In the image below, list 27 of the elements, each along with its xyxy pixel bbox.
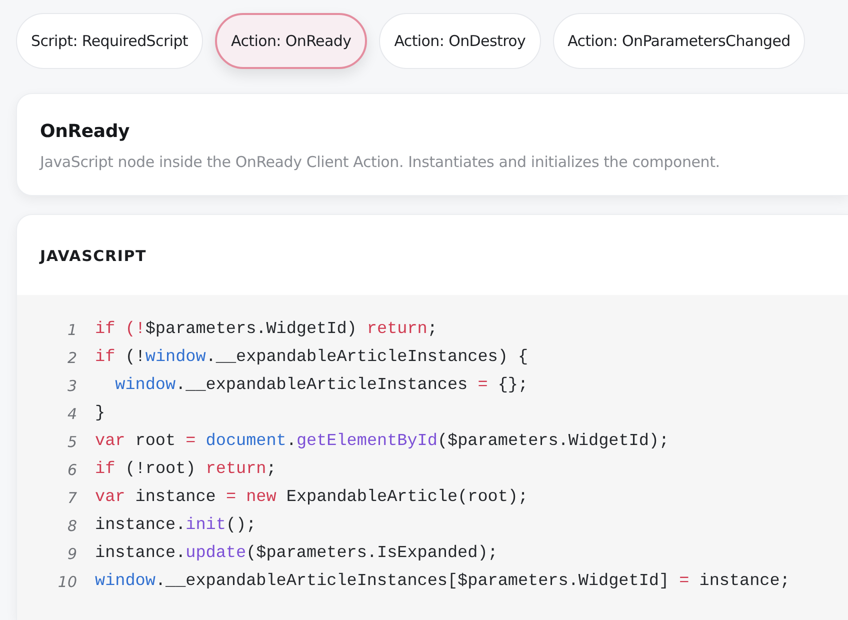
line-number: 4	[67, 404, 77, 425]
card-title: OnReady	[40, 121, 131, 142]
line-number: 3	[67, 376, 77, 397]
code-line: if (!$parameters.WidgetId) return;	[95, 319, 438, 341]
line-number: 8	[67, 516, 77, 537]
tab[interactable]: Action: OnDestroy	[379, 13, 541, 69]
line-number: 7	[67, 488, 77, 509]
code-line: if (!root) return;	[95, 459, 276, 481]
line-number: 2	[67, 348, 77, 369]
line-number: 6	[67, 460, 77, 481]
tab[interactable]: Script: RequiredScript	[16, 13, 203, 69]
tab[interactable]: Action: OnReady	[215, 13, 368, 69]
code-line: var root = document.getElementById($parameters.WidgetId);	[95, 431, 670, 453]
card-description: JavaScript node inside the OnReady Client Action. Instantiates and initializes the component.	[40, 153, 721, 171]
line-number: 1	[67, 320, 77, 341]
code-line: instance.init();	[95, 515, 256, 537]
line-number: 10	[58, 572, 77, 593]
code-line: window.__expandableArticleInstances = {};	[114, 375, 528, 397]
code-line: window.__expandableArticleInstances[$parameters.WidgetId] = instance;	[95, 571, 790, 593]
code-line: var instance = new ExpandableArticle(root);	[95, 487, 528, 509]
line-number: 5	[67, 432, 77, 453]
code-line: instance.update($parameters.IsExpanded);	[95, 543, 498, 565]
line-number: 9	[67, 544, 77, 565]
code-language-label: JAVASCRIPT	[40, 247, 147, 265]
tab[interactable]: Action: OnParametersChanged	[552, 13, 806, 69]
code-line: }	[95, 403, 106, 425]
code-line: if (!window.__expandableArticleInstances) {	[95, 347, 528, 369]
